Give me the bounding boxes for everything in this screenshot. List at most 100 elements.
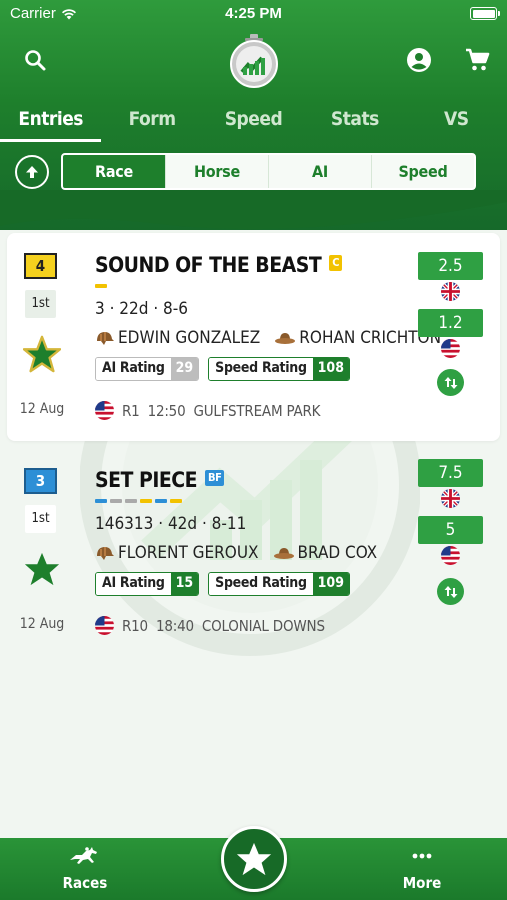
course-tag: C [329,255,342,271]
odds-value: 7.5 [418,459,483,487]
form-bar [140,499,152,503]
swap-odds-button[interactable] [437,369,464,396]
connections: FLORENT GEROUX BRAD COX [95,543,391,563]
segment-horse[interactable]: Horse [165,155,268,188]
uk-flag-icon [441,282,460,301]
odds-us[interactable]: 1.2 [418,309,483,358]
star-icon [236,842,272,876]
odds-value: 5 [418,516,483,544]
race-number: R10 [122,616,148,635]
racehorse-icon [70,847,97,864]
account-button[interactable] [404,45,434,75]
ai-rating-label: AI Rating [96,358,171,380]
form-indicator [95,499,182,503]
entry-card[interactable]: 4 1st 12 Aug SOUND OF THE BEAST C 3 · 22d… [7,233,500,441]
speed-rating: Speed Rating 109 [208,572,350,596]
jockey[interactable]: EDWIN GONZALEZ [95,328,260,348]
app-logo [230,34,278,88]
battery-icon [470,7,500,20]
us-flag-icon [95,401,114,420]
speed-rating: Speed Rating 108 [208,357,350,381]
more-dots-icon [412,853,432,859]
ai-rating: AI Rating 15 [95,572,200,596]
speed-rating-label: Speed Rating [209,573,313,595]
race-number: R1 [122,401,140,420]
jockey-name: FLORENT GEROUX [118,543,259,563]
ai-rating-value: 29 [170,358,199,380]
jockey-helmet-icon [97,332,114,345]
favourites-button[interactable] [221,826,287,892]
horse-stats: 3 · 22d · 8-6 [95,299,189,319]
form-bar [95,284,107,288]
tab-vs[interactable]: VS [406,100,507,142]
main-tabs: Entries Form Speed Stats VS [0,100,507,142]
form-bar [125,499,137,503]
speed-rating-value: 109 [312,573,349,595]
ratings: AI Rating 29 Speed Rating 108 [95,357,350,381]
track-name: GULFSTREAM PARK [193,401,321,420]
arrow-up-icon [26,166,38,178]
beaten-favourite-tag: BF [205,470,225,486]
tab-form[interactable]: Form [101,100,202,142]
us-flag-icon [441,339,460,358]
segment-ai[interactable]: AI [268,155,371,188]
jockey-name: EDWIN GONZALEZ [118,328,261,348]
horse-name[interactable]: SOUND OF THE BEAST C [95,253,342,277]
tab-entries[interactable]: Entries [0,100,102,142]
odds-uk[interactable]: 2.5 [418,252,483,301]
segment-speed[interactable]: Speed [371,155,474,188]
form-bar [95,499,107,503]
race-info[interactable]: R10 18:40 COLONIAL DOWNS [95,616,325,635]
trainer-name: BRAD COX [297,543,378,563]
finish-place: 1st [25,290,56,318]
star-filled-gold-icon[interactable] [23,335,61,373]
odds-uk[interactable]: 7.5 [418,459,483,508]
ai-rating-value: 15 [170,573,199,595]
odds-value: 2.5 [418,252,483,280]
trainer-hat-icon [273,548,294,559]
race-time: 12:50 [147,401,186,420]
cart-button[interactable] [462,45,492,75]
tab-speed[interactable]: Speed [203,100,304,142]
post-number-badge: 4 [24,253,57,279]
us-flag-icon [95,616,114,635]
account-circle-icon [407,48,431,72]
search-button[interactable] [20,45,50,75]
sort-direction-button[interactable] [15,155,49,189]
speed-rating-label: Speed Rating [209,358,313,380]
race-date: 12 Aug [19,401,65,417]
trainer[interactable]: ROHAN CRICHTON [274,328,441,348]
nav-more[interactable]: More [382,846,462,892]
nav-more-label: More [402,874,442,892]
form-bar [170,499,182,503]
swap-vertical-icon [444,585,457,598]
segment-race[interactable]: Race [63,155,165,188]
horse-name[interactable]: SET PIECE BF [95,468,225,492]
entry-card[interactable]: 3 1st 12 Aug SET PIECE BF 146313 · 42d · … [7,448,500,648]
jockey-helmet-icon [97,547,114,560]
horse-name-text: SOUND OF THE BEAST [95,253,322,277]
finish-place: 1st [25,505,56,533]
ai-rating: AI Rating 29 [95,357,200,381]
track-name: COLONIAL DOWNS [201,616,325,635]
post-number-badge: 3 [24,468,57,494]
tab-stats[interactable]: Stats [304,100,405,142]
horse-name-text: SET PIECE [95,468,198,492]
nav-races[interactable]: Races [45,846,125,892]
uk-flag-icon [441,489,460,508]
connections: EDWIN GONZALEZ ROHAN CRICHTON [95,328,455,348]
race-info[interactable]: R1 12:50 GULFSTREAM PARK [95,401,321,420]
trainer[interactable]: BRAD COX [273,543,378,563]
jockey[interactable]: FLORENT GEROUX [95,543,259,563]
form-indicator [95,284,107,288]
race-date: 12 Aug [19,616,65,632]
race-time: 18:40 [155,616,194,635]
status-bar: Carrier 4:25 PM [0,0,507,28]
swap-odds-button[interactable] [437,578,464,605]
ratings: AI Rating 15 Speed Rating 109 [95,572,350,596]
odds-us[interactable]: 5 [418,516,483,565]
star-filled-green-icon[interactable] [23,550,61,588]
search-icon [25,50,46,71]
cart-icon [466,48,490,71]
swap-vertical-icon [444,376,457,389]
